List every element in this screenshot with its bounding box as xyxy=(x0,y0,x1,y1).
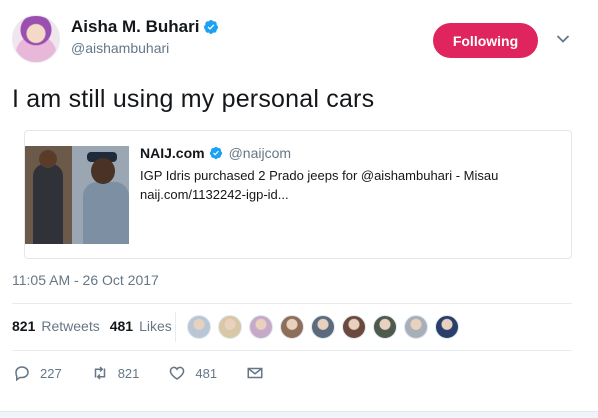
likes-stat[interactable]: 481 Likes xyxy=(110,318,172,334)
retweet-button[interactable]: 821 xyxy=(90,364,140,382)
direct-message-button[interactable] xyxy=(245,364,265,382)
quoted-tweet-card[interactable]: NAIJ.com @naijcom IGP Idris purchased 2 … xyxy=(24,130,572,259)
liker-avatar[interactable] xyxy=(280,315,304,339)
quoted-tweet-image[interactable] xyxy=(25,146,129,244)
retweets-count: 821 xyxy=(12,318,36,334)
quoted-tweet-body: NAIJ.com @naijcom IGP Idris purchased 2 … xyxy=(140,145,560,204)
retweets-label: Retweets xyxy=(41,318,100,334)
chevron-down-icon[interactable] xyxy=(556,34,570,44)
tweet-text: I am still using my personal cars xyxy=(12,85,375,113)
tweet-actions: 227 821 481 xyxy=(12,364,293,382)
liker-avatar[interactable] xyxy=(342,315,366,339)
author-avatar[interactable] xyxy=(12,15,60,63)
divider xyxy=(12,303,572,304)
like-count: 481 xyxy=(195,365,218,381)
quoted-tweet-text: IGP Idris purchased 2 Prado jeeps for @a… xyxy=(140,168,499,183)
liker-avatars xyxy=(187,315,459,339)
bottom-strip xyxy=(0,411,598,418)
retweets-stat[interactable]: 821 Retweets xyxy=(12,318,100,334)
tweet-timestamp[interactable]: 11:05 AM - 26 Oct 2017 xyxy=(12,272,159,288)
author-display-name[interactable]: Aisha M. Buhari xyxy=(71,17,219,37)
verified-badge-icon xyxy=(204,20,219,34)
retweet-count: 821 xyxy=(117,365,140,381)
author-handle[interactable]: @aishambuhari xyxy=(71,40,219,56)
like-button[interactable]: 481 xyxy=(167,364,217,382)
quoted-tweet-header: NAIJ.com @naijcom xyxy=(140,145,560,161)
likes-label: Likes xyxy=(139,318,172,334)
quoted-tweet-link[interactable]: naij.com/1132242-igp-id... xyxy=(140,185,560,204)
quoted-author-name[interactable]: NAIJ.com xyxy=(140,145,205,161)
liker-avatar[interactable] xyxy=(218,315,242,339)
heart-icon xyxy=(170,366,185,380)
liker-avatar[interactable] xyxy=(249,315,273,339)
liker-avatar[interactable] xyxy=(187,315,211,339)
liker-avatar[interactable] xyxy=(311,315,335,339)
verified-badge-icon xyxy=(209,146,222,160)
envelope-icon xyxy=(247,367,263,379)
liker-avatar[interactable] xyxy=(404,315,428,339)
liker-avatar[interactable] xyxy=(435,315,459,339)
author-name-text[interactable]: Aisha M. Buhari xyxy=(71,17,199,37)
retweet-icon xyxy=(94,366,105,380)
following-button[interactable]: Following xyxy=(433,23,538,58)
reply-count: 227 xyxy=(40,365,62,381)
author-name-block: Aisha M. Buhari @aishambuhari xyxy=(71,17,219,56)
quoted-author-handle[interactable]: @naijcom xyxy=(229,145,291,161)
reply-button[interactable]: 227 xyxy=(12,364,62,382)
engagement-stats: 821 Retweets 481 Likes xyxy=(12,318,182,334)
reply-icon xyxy=(15,366,29,382)
divider xyxy=(12,350,572,351)
liker-avatar[interactable] xyxy=(373,315,397,339)
likes-count: 481 xyxy=(109,318,134,334)
stats-separator xyxy=(175,312,176,342)
